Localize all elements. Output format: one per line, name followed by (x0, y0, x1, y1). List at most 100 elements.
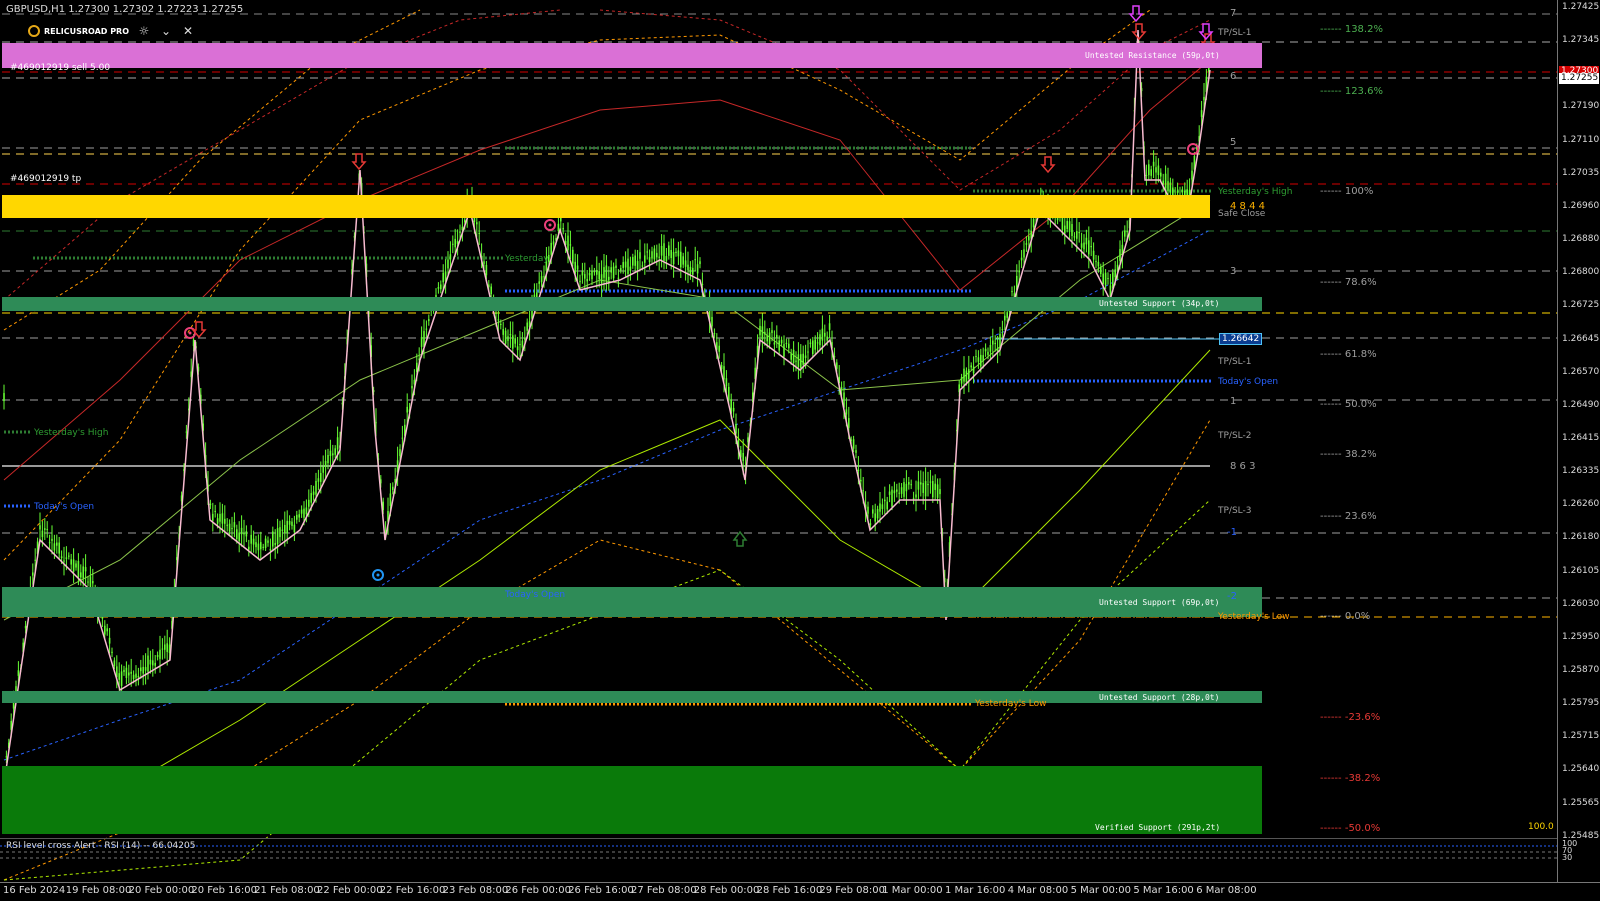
close-icon[interactable]: ✕ (181, 24, 195, 38)
candle-body (209, 503, 212, 506)
candle-body (375, 422, 377, 424)
brand-logo-icon (28, 25, 40, 37)
candle-body (970, 365, 972, 368)
verified-support-label: Verified Support (291p,2t) (1095, 823, 1221, 832)
price-axis[interactable]: 1.274251.273451.272701.271901.271101.270… (1528, 0, 1600, 882)
candle-body (622, 262, 624, 268)
time-tick: 21 Feb 08:00 (254, 885, 320, 896)
candle-body (656, 252, 658, 258)
price-tick: 1.26490 (1562, 399, 1600, 410)
support-zone-3 (2, 691, 1262, 703)
candle-body (828, 323, 831, 330)
candle-body (632, 257, 634, 266)
order-tp-label[interactable]: #469012919 tp (10, 174, 81, 184)
candle-body (874, 513, 876, 522)
candle-body (82, 566, 84, 579)
candle-body (512, 335, 514, 349)
candle-body (687, 264, 689, 271)
candle-body (442, 272, 444, 283)
candle-body (284, 524, 286, 534)
up-arrow-icon (732, 530, 748, 547)
time-axis[interactable]: 16 Feb 2024 19 Feb 08:00 20 Feb 00:00 20 Fe… (0, 882, 1600, 901)
blue-price-label: 1.26642 (1219, 333, 1263, 345)
rsi-indicator-label: RSI level cross Alert - RSI (14) -- 66.0… (6, 841, 196, 851)
price-chart[interactable] (0, 0, 1557, 882)
candle-body (262, 546, 264, 548)
candle-body (1068, 221, 1071, 231)
candle-body (903, 482, 905, 497)
candle-body (32, 572, 34, 576)
tp-sl-1-label: TP/SL-1 (1218, 357, 1252, 367)
candle-body (228, 523, 231, 532)
candle-body (723, 366, 725, 380)
candle-body (689, 266, 692, 275)
yesterdays-high-label-3: Yesterday's High (1218, 187, 1293, 197)
level-6-label: 6 (1230, 71, 1237, 82)
candle-body (848, 418, 850, 428)
level-1-label: 1 (1230, 396, 1237, 407)
todays-open-label-1: Today's Open (34, 502, 95, 512)
candle-body (1006, 312, 1008, 318)
candle-body (977, 357, 980, 362)
fib-level-label: ------ 138.2% (1320, 24, 1383, 35)
candle-body (627, 258, 629, 274)
brand-label: RELICUSROAD PRO (44, 26, 130, 36)
brightness-icon[interactable]: ☼ (137, 24, 151, 38)
candle-body (111, 651, 113, 653)
candle-body (1092, 250, 1095, 260)
candle-body (296, 514, 298, 520)
candle-body (1169, 182, 1172, 193)
candle-body (128, 672, 130, 676)
brand[interactable]: RELICUSROAD PRO (28, 25, 129, 37)
candle-body (557, 223, 560, 232)
fib-level-label: ------ 0.0% (1320, 611, 1371, 622)
candle-body (1152, 161, 1155, 167)
todays-open-label-3: Today's Open (1218, 377, 1279, 387)
candle-body (965, 370, 968, 383)
candle-body (238, 532, 240, 542)
candle-body (670, 249, 672, 259)
candle-body (92, 581, 94, 584)
candle-body (1018, 270, 1020, 273)
candle-body (437, 287, 440, 289)
candle-body (639, 252, 641, 259)
candle-body (226, 524, 228, 526)
yesterdays-low-label-2: Yesterday's Low (1218, 612, 1290, 622)
order-sell-label[interactable]: #469012919 sell 5.00 (10, 63, 110, 73)
price-tick: 1.26030 (1562, 598, 1600, 609)
sell-signal-circle-dot (1191, 147, 1195, 151)
candle-body (920, 482, 922, 485)
candle-body (636, 261, 639, 270)
candle-body (336, 437, 339, 450)
candle-body (888, 491, 891, 495)
candle-body (884, 499, 886, 502)
chart-plot-area[interactable]: GBPUSD,H1 1.27300 1.27302 1.27223 1.2725… (0, 0, 1557, 882)
candle-body (1150, 169, 1152, 176)
candle-body (713, 333, 716, 335)
candle-body (130, 671, 132, 674)
candle-body (137, 675, 140, 678)
candle-body (610, 267, 612, 273)
chevron-down-icon[interactable]: ⌄ (159, 24, 173, 38)
rsi-indicator-panel[interactable]: RSI level cross Alert - RSI (14) -- 66.0… (0, 838, 1557, 883)
candle-body (766, 335, 768, 342)
candle-body (1004, 315, 1006, 321)
candle-body (149, 659, 152, 665)
candle-body (243, 532, 245, 535)
candle-body (857, 469, 860, 471)
candle-body (684, 260, 687, 267)
fib-level-label: ------ 50.0% (1320, 399, 1377, 410)
candle-body (392, 486, 394, 490)
candle-body (809, 342, 812, 344)
candle-body (1076, 230, 1078, 239)
candle-body (305, 507, 308, 515)
candle-body (934, 483, 936, 490)
candle-body (108, 637, 111, 644)
candle-body (648, 257, 651, 263)
candle-body (1073, 236, 1076, 238)
candle-body (876, 508, 879, 519)
fib-level-label: ------ 78.6% (1320, 277, 1377, 288)
support-zone-3-label: Untested Support (28p,0t) (1099, 693, 1220, 702)
candle-body (389, 493, 392, 506)
candle-body (476, 222, 478, 225)
